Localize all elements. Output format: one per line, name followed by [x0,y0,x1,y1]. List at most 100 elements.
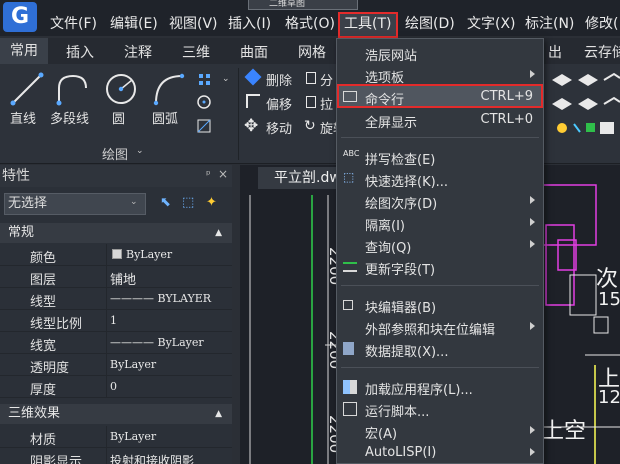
submenu-arrow-icon [530,426,535,434]
tab-output[interactable]: 出 [548,42,562,62]
chevron-down-icon[interactable]: ⌄ [130,197,138,207]
circle-icon[interactable] [104,72,138,106]
menu-item-draw-order[interactable]: 绘图次序(D) [337,191,543,212]
load-application-icon [343,380,357,394]
draw-panel-title: 绘图 [102,148,129,163]
prop-row-lineweight[interactable]: 线宽 ———— ByLayer [0,332,232,354]
tab-3d[interactable]: 三维 [182,42,210,62]
section-3d-effects[interactable]: 三维效果 ▲ [0,404,232,424]
prop-key: 透明度 [30,361,70,376]
polyline-label: 多段线 [50,112,90,127]
menu-item-data-extraction[interactable]: 数据提取(X)... [337,339,543,360]
prop-value: ByLayer [110,430,157,443]
stretch-icon[interactable] [306,96,316,108]
drawing-text: 12. [598,387,620,408]
divider [106,310,107,332]
menu-item-macro[interactable]: 宏(A) [337,421,543,442]
divider [106,244,107,266]
menu-item-spell-check[interactable]: ABC 拼写检查(E) [337,147,543,168]
menu-file[interactable]: 文件(F) [50,14,97,34]
explode-icon[interactable] [306,72,316,84]
divider [106,266,107,288]
small-draw-tools-icon[interactable] [196,72,214,144]
prop-row-linetype-scale[interactable]: 线型比例 1 [0,310,232,332]
document-tab[interactable]: 平立剖.dwg [258,167,346,189]
prop-key: 颜色 [30,251,57,266]
collapse-icon[interactable]: ▲ [215,404,222,424]
menu-item-autolisp[interactable]: AutoLISP(I) [337,443,543,463]
menu-item-palettes[interactable]: 选项板 [337,65,543,86]
toggle-pickadd-icon[interactable]: ✦ [206,195,217,210]
divider [106,376,107,398]
app-logo-icon[interactable]: G [3,2,37,32]
close-icon[interactable]: × [218,167,228,181]
menu-item-run-script[interactable]: 运行脚本... [337,399,543,420]
workspace-tab-label: 二维草图 [269,0,306,9]
menu-item-fullscreen[interactable]: 全屏显示 CTRL+0 [337,110,543,131]
prop-row-material[interactable]: 材质 ByLayer [0,426,232,448]
tab-surface[interactable]: 曲面 [240,42,268,62]
collapse-icon[interactable]: ▲ [215,223,222,243]
prop-row-transparency[interactable]: 透明度 ByLayer [0,354,232,376]
prop-value: ———— ByLayer [110,336,204,349]
prop-row-layer[interactable]: 图层 铺地 [0,266,232,288]
tab-insert[interactable]: 插入 [66,42,94,62]
rotate-icon[interactable]: ↻ [304,118,316,134]
arc-icon[interactable] [152,72,186,106]
tab-annotate[interactable]: 注释 [124,42,152,62]
menu-tools[interactable]: 工具(T) [344,14,391,34]
drawing-text: 15 [598,289,620,310]
tab-mesh[interactable]: 网格 [298,42,326,62]
menu-item-label: 数据提取(X)... [365,345,449,360]
menu-item-label: 更新字段(T) [365,263,436,278]
menu-item-block-editor[interactable]: 块编辑器(B) [337,295,543,316]
prop-row-shadow[interactable]: 阴影显示 投射和接收阴影 [0,448,232,464]
prop-key: 线型比例 [30,317,83,332]
menu-separator [341,137,539,138]
prop-value: ByLayer [110,358,157,371]
menu-text[interactable]: 文字(X) [467,14,516,34]
menu-item-quick-select[interactable]: ⬚ 快速选择(K)... [337,169,543,190]
menu-insert[interactable]: 插入(I) [228,14,271,34]
tab-common[interactable]: 常用 [0,38,48,64]
tab-cloud[interactable]: 云存储 [584,42,620,62]
workspace-tab[interactable]: 二维草图 [248,0,358,10]
menu-modify[interactable]: 修改( [585,14,618,34]
polyline-icon[interactable] [56,72,90,106]
divider [106,288,107,310]
prop-row-linetype[interactable]: 线型 ———— BYLAYER [0,288,232,310]
menu-item-isolate[interactable]: 隔离(I) [337,213,543,234]
menu-format[interactable]: 格式(O) [285,14,335,34]
chevron-down-icon[interactable]: ⌄ [222,74,230,84]
pin-icon[interactable]: ᵖ [206,168,211,181]
prop-row-color[interactable]: 颜色 ByLayer [0,244,232,266]
line-icon[interactable] [10,72,44,106]
update-fields-icon [343,262,357,272]
menu-item-label: 全屏显示 [365,116,418,131]
menu-draw[interactable]: 绘图(D) [405,14,455,34]
menu-item-xref-edit[interactable]: 外部参照和块在位编辑 [337,317,543,338]
menu-item-label: 加载应用程序(L)... [365,383,473,398]
move-icon[interactable]: ✥ [244,116,258,136]
erase-icon[interactable] [244,68,262,86]
layer-tools-icon[interactable] [548,70,620,140]
color-swatch-icon [112,249,122,259]
menu-item-update-fields[interactable]: 更新字段(T) [337,257,543,278]
section-general[interactable]: 常规 ▲ [0,223,232,243]
selection-dropdown[interactable]: 无选择 [4,193,146,215]
submenu-arrow-icon [530,218,535,226]
menu-item-website[interactable]: 浩辰网站 [337,43,543,64]
prop-row-thickness[interactable]: 厚度 0 [0,376,232,398]
menu-dimension[interactable]: 标注(N) [525,14,574,34]
offset-icon[interactable] [246,94,260,108]
menu-item-command-line[interactable]: 命令行 CTRL+9 [337,87,543,108]
menu-view[interactable]: 视图(V) [169,14,218,34]
menu-item-load-application[interactable]: 加载应用程序(L)... [337,377,543,398]
prop-key: 线型 [30,295,57,310]
menu-item-inquiry[interactable]: 查询(Q) [337,235,543,256]
quick-select-icon[interactable]: ⬚ [182,195,194,210]
panel-expand-icon[interactable]: ⌄ [136,146,144,156]
select-objects-icon[interactable]: ⬉ [160,195,171,210]
menu-edit[interactable]: 编辑(E) [110,14,158,34]
menu-item-label: 浩辰网站 [365,49,418,64]
